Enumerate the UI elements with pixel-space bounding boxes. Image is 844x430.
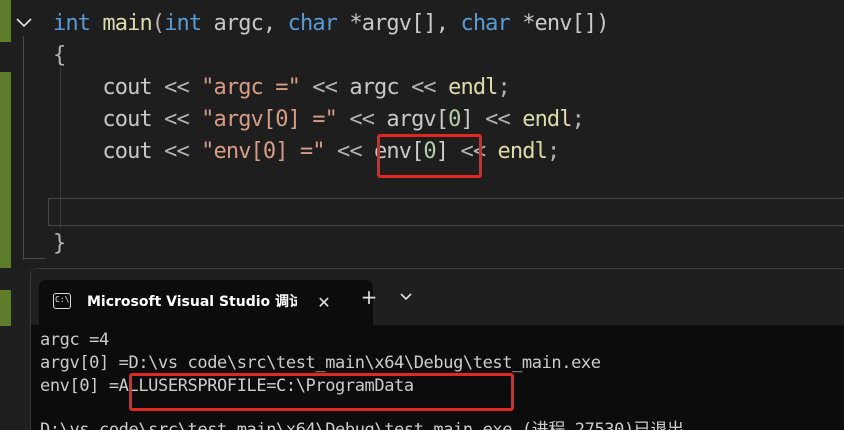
tab-title: Microsoft Visual Studio 调试控制台 [87, 294, 297, 310]
close-tab-icon[interactable]: ✕ [313, 292, 335, 314]
code-token: << [336, 139, 363, 164]
git-change-bar [0, 72, 11, 268]
code-line[interactable]: { [53, 42, 66, 70]
code-token: main [102, 11, 152, 36]
code-line[interactable]: int main(int argc, char *argv[], char *e… [53, 10, 610, 38]
code-token: << [411, 75, 437, 100]
code-line[interactable]: } [53, 230, 66, 258]
code-token: cout [53, 107, 165, 132]
git-change-bar [0, 0, 11, 42]
code-token: ; [497, 75, 511, 100]
terminal-tab[interactable]: C:\ Microsoft Visual Studio 调试控制台 ✕ [39, 280, 373, 325]
collapse-chevron-icon[interactable] [14, 13, 34, 33]
console-output-line: argv[0] =D:\vs code\src\test_main\x64\De… [40, 353, 601, 373]
code-token: ; [546, 139, 560, 164]
annotation-highlight-box [129, 373, 514, 411]
code-token: argc, [201, 11, 288, 36]
code-line[interactable]: cout << "argc =" << argc << endl; [53, 74, 510, 102]
code-token: "argc =" [201, 75, 301, 100]
code-token: 0 [448, 107, 461, 132]
code-token: { [53, 43, 66, 68]
code-token: argv[ [374, 107, 449, 132]
code-token: int [53, 11, 91, 36]
code-token: << [164, 75, 190, 100]
code-token: int [164, 11, 202, 36]
code-token: ] [460, 107, 486, 132]
code-token: "env[0] =" [201, 139, 325, 164]
code-token: } [53, 231, 66, 256]
code-token: *env[]) [509, 11, 609, 36]
chevron-down-icon[interactable] [396, 286, 416, 308]
code-token: << [164, 139, 190, 164]
code-token: "argv[0] =" [201, 107, 338, 132]
code-token: argc [337, 75, 412, 100]
code-token: endl [497, 139, 548, 164]
code-token: cout [53, 139, 165, 164]
code-token: << [485, 107, 511, 132]
code-editor[interactable]: int main(int argc, char *argv[], char *e… [0, 0, 844, 268]
fold-guide-line [23, 36, 24, 260]
console-output-line: argc =4 [40, 330, 109, 350]
code-token: << [349, 107, 375, 132]
code-token: ( [151, 11, 165, 36]
annotation-highlight-box [377, 134, 482, 178]
current-line-highlight [48, 198, 844, 226]
code-token: char [287, 11, 338, 36]
console-icon: C:\ [53, 293, 71, 309]
fold-guide-end [23, 258, 45, 259]
code-token: ; [571, 107, 585, 132]
code-token: *argv[], [337, 11, 461, 36]
code-token: endl [522, 107, 572, 132]
console-output-line: D:\vs code\src\test_main\x64\Debug\test_… [40, 420, 684, 430]
git-change-bar [0, 290, 11, 326]
code-token: << [164, 107, 190, 132]
debug-console-window[interactable]: C:\ Microsoft Visual Studio 调试控制台 ✕ + ar… [30, 268, 844, 430]
code-line[interactable]: cout << "env[0] =" << env[0] << endl; [53, 138, 560, 166]
new-tab-button[interactable]: + [358, 286, 380, 308]
console-icon-label: C:\ [55, 295, 70, 304]
code-token: char [460, 11, 510, 36]
code-token: cout [53, 75, 165, 100]
code-token: << [312, 75, 338, 100]
terminal-tab-bar: C:\ Microsoft Visual Studio 调试控制台 ✕ + [31, 269, 844, 325]
code-line[interactable]: cout << "argv[0] =" << argv[0] << endl; [53, 106, 585, 134]
code-token: endl [448, 75, 498, 100]
